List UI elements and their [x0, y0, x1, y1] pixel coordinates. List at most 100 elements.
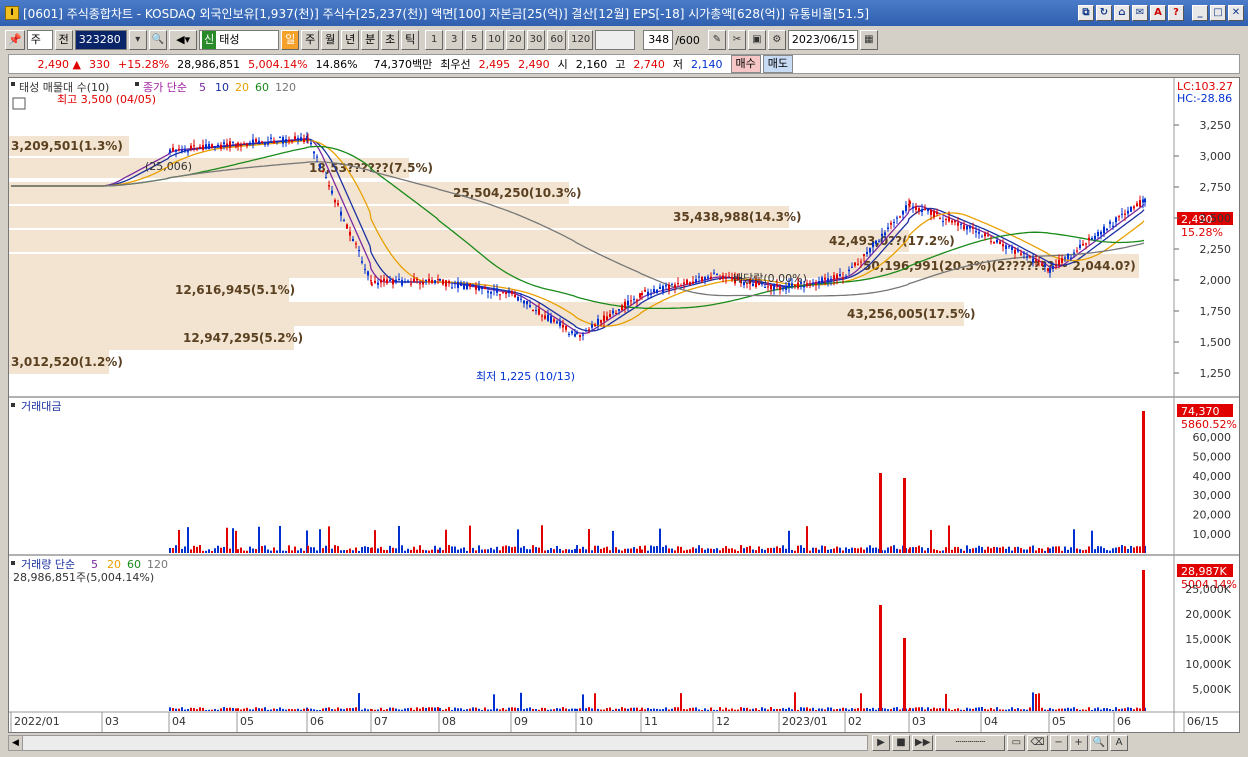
candle-body [1008, 246, 1010, 248]
candle-body [990, 241, 992, 243]
period-tick-button[interactable]: 틱 [401, 30, 420, 50]
period-minute-button[interactable]: 분 [361, 30, 380, 50]
play-icon[interactable]: ▶ [872, 735, 890, 751]
close-button[interactable]: ✕ [1228, 5, 1244, 21]
amount-bar [316, 550, 318, 553]
stock-name-field[interactable]: 신 태성 [199, 30, 280, 50]
period-week-button[interactable]: 주 [301, 30, 320, 50]
volume-bar [794, 692, 796, 711]
magnifier-icon[interactable]: 🔍 [1089, 735, 1108, 751]
interval-60-button[interactable]: 60 [547, 30, 567, 50]
speaker-icon[interactable]: ◀▾ [169, 30, 198, 50]
buy-button[interactable]: 매수 [730, 55, 761, 73]
save-icon[interactable]: ▣ [747, 30, 766, 50]
custom-interval-input[interactable] [595, 30, 636, 50]
interval-1-button[interactable]: 1 [425, 30, 444, 50]
dropdown-icon[interactable]: ▾ [128, 30, 147, 50]
volume-tick-label: 5,000K [1192, 683, 1231, 696]
font-size-icon[interactable]: A [1109, 735, 1128, 751]
volume-bar [377, 709, 379, 711]
volume-bar [535, 708, 537, 711]
date-input[interactable]: 2023/06/15 [787, 30, 858, 50]
minimize-button[interactable]: _ [1192, 5, 1208, 21]
help-icon[interactable]: ? [1168, 5, 1184, 21]
candle-body [794, 285, 796, 287]
amount-bar [439, 547, 441, 553]
refresh-icon[interactable]: ↻ [1096, 5, 1112, 21]
candle-body [1082, 243, 1084, 246]
volume-bar [422, 707, 424, 711]
volume-bar [1133, 709, 1135, 711]
candle-body [716, 274, 718, 276]
volume-bar [627, 708, 629, 711]
interval-5-button[interactable]: 5 [465, 30, 484, 50]
zoom-slider[interactable]: ┄┄┄┄┄ [935, 735, 1006, 751]
volume-bar [848, 709, 850, 711]
alarm-icon[interactable]: ✉ [1132, 5, 1148, 21]
candle-body [719, 278, 721, 280]
amount-bar [579, 548, 581, 553]
type-select[interactable]: 주 [26, 30, 53, 50]
code-input[interactable]: 323280 [74, 30, 127, 50]
font-icon[interactable]: A [1150, 5, 1166, 21]
volume-bar [585, 708, 587, 711]
amount-bar [520, 547, 522, 553]
lock-icon[interactable]: ⌂ [1114, 5, 1130, 21]
x-tick-label: 06/15 [1187, 715, 1219, 728]
period-year-button[interactable]: 년 [341, 30, 360, 50]
prev-button[interactable]: 전 [54, 30, 73, 50]
candle-body [291, 140, 293, 142]
chart-svg[interactable]: 3,209,501(1.3%)18,53??????(7.5%)25,504,2… [9, 78, 1239, 732]
maximize-button[interactable]: □ [1210, 5, 1226, 21]
link-icon[interactable]: ⧉ [1078, 5, 1094, 21]
period-second-button[interactable]: 초 [381, 30, 400, 50]
zoom-out-icon[interactable]: − [1049, 735, 1068, 751]
volume-bar [1014, 709, 1016, 711]
interval-3-button[interactable]: 3 [445, 30, 464, 50]
candle-body [371, 284, 373, 286]
amount-bar [636, 548, 638, 553]
chart-area[interactable]: 3,209,501(1.3%) 18,53??????(7.5%) 25,504,2… [8, 77, 1240, 733]
horizontal-scrollbar[interactable]: ◀ [8, 735, 868, 751]
interval-20-button[interactable]: 20 [505, 30, 525, 50]
ma20-label: 20 [235, 81, 249, 94]
volume-profile-label: 3,209,501(1.3%) [11, 139, 123, 153]
candle-body [656, 289, 658, 294]
count-input[interactable]: 348 [643, 30, 674, 50]
candle-body [1097, 231, 1099, 236]
sell-button[interactable]: 매도 [762, 55, 794, 73]
table-icon[interactable] [12, 97, 26, 110]
settings-icon[interactable]: ⚙ [767, 30, 786, 50]
calendar-icon[interactable]: ▦ [859, 30, 878, 50]
zoom-in-icon[interactable]: + [1069, 735, 1088, 751]
candle-body [647, 291, 649, 296]
tool-icon[interactable]: ✎ [707, 30, 726, 50]
scissors-icon[interactable]: ✂ [727, 30, 746, 50]
candle-body [1130, 206, 1132, 212]
candle-body [1079, 244, 1081, 249]
interval-120-button[interactable]: 120 [568, 30, 594, 50]
volume-bar [246, 707, 248, 711]
volume-bar [319, 709, 321, 711]
volume-bar [428, 707, 430, 711]
interval-10-button[interactable]: 10 [485, 30, 504, 50]
draw-tool-icon[interactable]: ▭ [1007, 735, 1026, 751]
interval-30-button[interactable]: 30 [526, 30, 546, 50]
amount-bar [544, 550, 546, 553]
period-day-button[interactable]: 일 [281, 30, 300, 50]
candle-body [594, 324, 596, 327]
period-month-button[interactable]: 월 [321, 30, 340, 50]
amount-bar [276, 550, 278, 553]
volume-bar [957, 708, 959, 711]
volume-bar [582, 694, 584, 711]
pin-icon[interactable]: 📌 [5, 30, 25, 50]
volume-tick-label: 25,000K [1185, 583, 1231, 596]
amount-bar [355, 547, 357, 553]
candle-body [677, 283, 679, 285]
eraser-icon[interactable]: ⌫ [1027, 735, 1048, 751]
search-icon[interactable]: 🔍 [148, 30, 168, 50]
fast-forward-icon[interactable]: ▶▶ [912, 735, 934, 751]
volume-bar [1112, 709, 1114, 711]
stop-icon[interactable]: ■ [892, 735, 910, 751]
scroll-left-icon[interactable]: ◀ [9, 736, 23, 750]
